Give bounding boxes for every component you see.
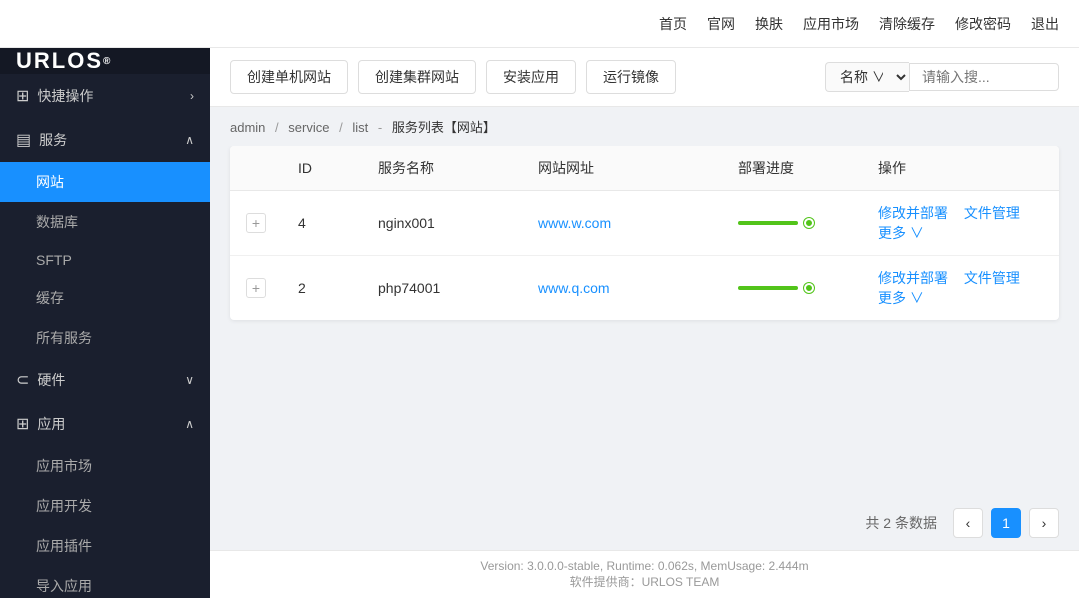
- arrow-down-icon: ∨: [185, 373, 194, 387]
- col-name: 服务名称: [362, 146, 522, 191]
- nav-appmarket[interactable]: 应用市场: [803, 14, 859, 34]
- nav-home[interactable]: 首页: [659, 14, 687, 34]
- service-table: ID 服务名称 网站网址 部署进度 操作 + 4 nginx001 www.w.…: [230, 146, 1059, 320]
- table-container: ID 服务名称 网站网址 部署进度 操作 + 4 nginx001 www.w.…: [210, 146, 1079, 496]
- deploy-bar-1: [738, 283, 846, 293]
- nav-logout[interactable]: 退出: [1031, 14, 1059, 34]
- run-mirror-button[interactable]: 运行镜像: [586, 60, 676, 94]
- search-select[interactable]: 名称 ∨: [825, 62, 909, 92]
- search-group: 名称 ∨: [825, 62, 1059, 92]
- arrow-right-icon: ›: [190, 89, 194, 103]
- breadcrumb-service[interactable]: service: [288, 120, 329, 135]
- main-layout: URLOS® ⊞ 快捷操作 › ▤ 服务 ∧ 网站 数据库 SFTP 缓存 所有…: [0, 48, 1079, 598]
- hardware-icon: ⊂: [16, 370, 29, 390]
- sidebar-item-database[interactable]: 数据库: [0, 202, 210, 242]
- url-link-0[interactable]: www.w.com: [538, 215, 611, 231]
- page-prev-button[interactable]: ‹: [953, 508, 983, 538]
- action-cell-1: 修改并部署 文件管理 更多 ∨: [862, 256, 1059, 321]
- name-cell-0: nginx001: [362, 191, 522, 256]
- deploy-line-1: [738, 286, 798, 290]
- deploy-cell-0: [722, 191, 862, 256]
- nav-changepassword[interactable]: 修改密码: [955, 14, 1011, 34]
- sidebar-quickops[interactable]: ⊞ 快捷操作 ›: [0, 74, 210, 118]
- breadcrumb-current: 服务列表【网站】: [392, 120, 496, 135]
- pagination-info: 共 2 条数据: [865, 513, 937, 533]
- url-cell-0: www.w.com: [522, 191, 722, 256]
- sidebar-item-appplugin[interactable]: 应用插件: [0, 526, 210, 566]
- page-1-button[interactable]: 1: [991, 508, 1021, 538]
- breadcrumb: admin / service / list - 服务列表【网站】: [210, 107, 1079, 146]
- col-deploy: 部署进度: [722, 146, 862, 191]
- deploy-cell-1: [722, 256, 862, 321]
- pagination-bar: 共 2 条数据 ‹ 1 ›: [210, 496, 1079, 550]
- sidebar: URLOS® ⊞ 快捷操作 › ▤ 服务 ∧ 网站 数据库 SFTP 缓存 所有…: [0, 48, 210, 598]
- sidebar-item-allservices[interactable]: 所有服务: [0, 318, 210, 358]
- expand-cell-0: +: [230, 191, 282, 256]
- id-cell-1: 2: [282, 256, 362, 321]
- nav-clearcache[interactable]: 清除缓存: [879, 14, 935, 34]
- app-icon: ⊞: [16, 414, 29, 434]
- deploy-dot-1: [804, 283, 814, 293]
- expand-button-0[interactable]: +: [246, 213, 266, 233]
- sidebar-item-appdev[interactable]: 应用开发: [0, 486, 210, 526]
- sidebar-item-importapp[interactable]: 导入应用: [0, 566, 210, 598]
- page-next-button[interactable]: ›: [1029, 508, 1059, 538]
- id-cell-0: 4: [282, 191, 362, 256]
- create-single-button[interactable]: 创建单机网站: [230, 60, 348, 94]
- nav-theme[interactable]: 换肤: [755, 14, 783, 34]
- footer: Version: 3.0.0.0-stable, Runtime: 0.062s…: [210, 550, 1079, 598]
- expand-button-1[interactable]: +: [246, 278, 266, 298]
- table-header-row: ID 服务名称 网站网址 部署进度 操作: [230, 146, 1059, 191]
- breadcrumb-list[interactable]: list: [352, 120, 368, 135]
- breadcrumb-admin[interactable]: admin: [230, 120, 265, 135]
- service-icon: ▤: [16, 130, 31, 150]
- content-area: 创建单机网站 创建集群网站 安装应用 运行镜像 名称 ∨ admin / ser…: [210, 48, 1079, 598]
- nav-official[interactable]: 官网: [707, 14, 735, 34]
- footer-line2: 软件提供商：URLOS TEAM: [230, 573, 1059, 590]
- install-app-button[interactable]: 安装应用: [486, 60, 576, 94]
- url-cell-1: www.q.com: [522, 256, 722, 321]
- name-cell-1: php74001: [362, 256, 522, 321]
- edit-deploy-link-0[interactable]: 修改并部署: [878, 205, 948, 221]
- deploy-line-0: [738, 221, 798, 225]
- col-action: 操作: [862, 146, 1059, 191]
- sidebar-item-sftp[interactable]: SFTP: [0, 242, 210, 278]
- expand-cell-1: +: [230, 256, 282, 321]
- file-manage-link-1[interactable]: 文件管理: [964, 270, 1020, 286]
- sidebar-item-appmarket[interactable]: 应用市场: [0, 446, 210, 486]
- deploy-bar-0: [738, 218, 846, 228]
- deploy-dot-0: [804, 218, 814, 228]
- top-navigation: 首页 官网 换肤 应用市场 清除缓存 修改密码 退出: [0, 0, 1079, 48]
- col-expand: [230, 146, 282, 191]
- more-link-0[interactable]: 更多 ∨: [878, 225, 924, 241]
- col-url: 网站网址: [522, 146, 722, 191]
- arrow-up-icon: ∧: [185, 133, 194, 147]
- action-cell-0: 修改并部署 文件管理 更多 ∨: [862, 191, 1059, 256]
- footer-line1: Version: 3.0.0.0-stable, Runtime: 0.062s…: [230, 559, 1059, 573]
- toolbar: 创建单机网站 创建集群网站 安装应用 运行镜像 名称 ∨: [210, 48, 1079, 107]
- col-id: ID: [282, 146, 362, 191]
- create-cluster-button[interactable]: 创建集群网站: [358, 60, 476, 94]
- more-link-1[interactable]: 更多 ∨: [878, 290, 924, 306]
- sidebar-item-cache[interactable]: 缓存: [0, 278, 210, 318]
- sidebar-service-header[interactable]: ▤ 服务 ∧: [0, 118, 210, 162]
- arrow-up-icon2: ∧: [185, 417, 194, 431]
- sidebar-item-website[interactable]: 网站: [0, 162, 210, 202]
- search-input[interactable]: [909, 63, 1059, 91]
- logo: URLOS®: [0, 48, 210, 74]
- table-row: + 4 nginx001 www.w.com 修改并部署 文件管理 更多 ∨: [230, 191, 1059, 256]
- sidebar-app-header[interactable]: ⊞ 应用 ∧: [0, 402, 210, 446]
- sidebar-hardware-header[interactable]: ⊂ 硬件 ∨: [0, 358, 210, 402]
- edit-deploy-link-1[interactable]: 修改并部署: [878, 270, 948, 286]
- url-link-1[interactable]: www.q.com: [538, 280, 610, 296]
- grid-icon: ⊞: [16, 86, 29, 106]
- file-manage-link-0[interactable]: 文件管理: [964, 205, 1020, 221]
- table-row: + 2 php74001 www.q.com 修改并部署 文件管理 更多 ∨: [230, 256, 1059, 321]
